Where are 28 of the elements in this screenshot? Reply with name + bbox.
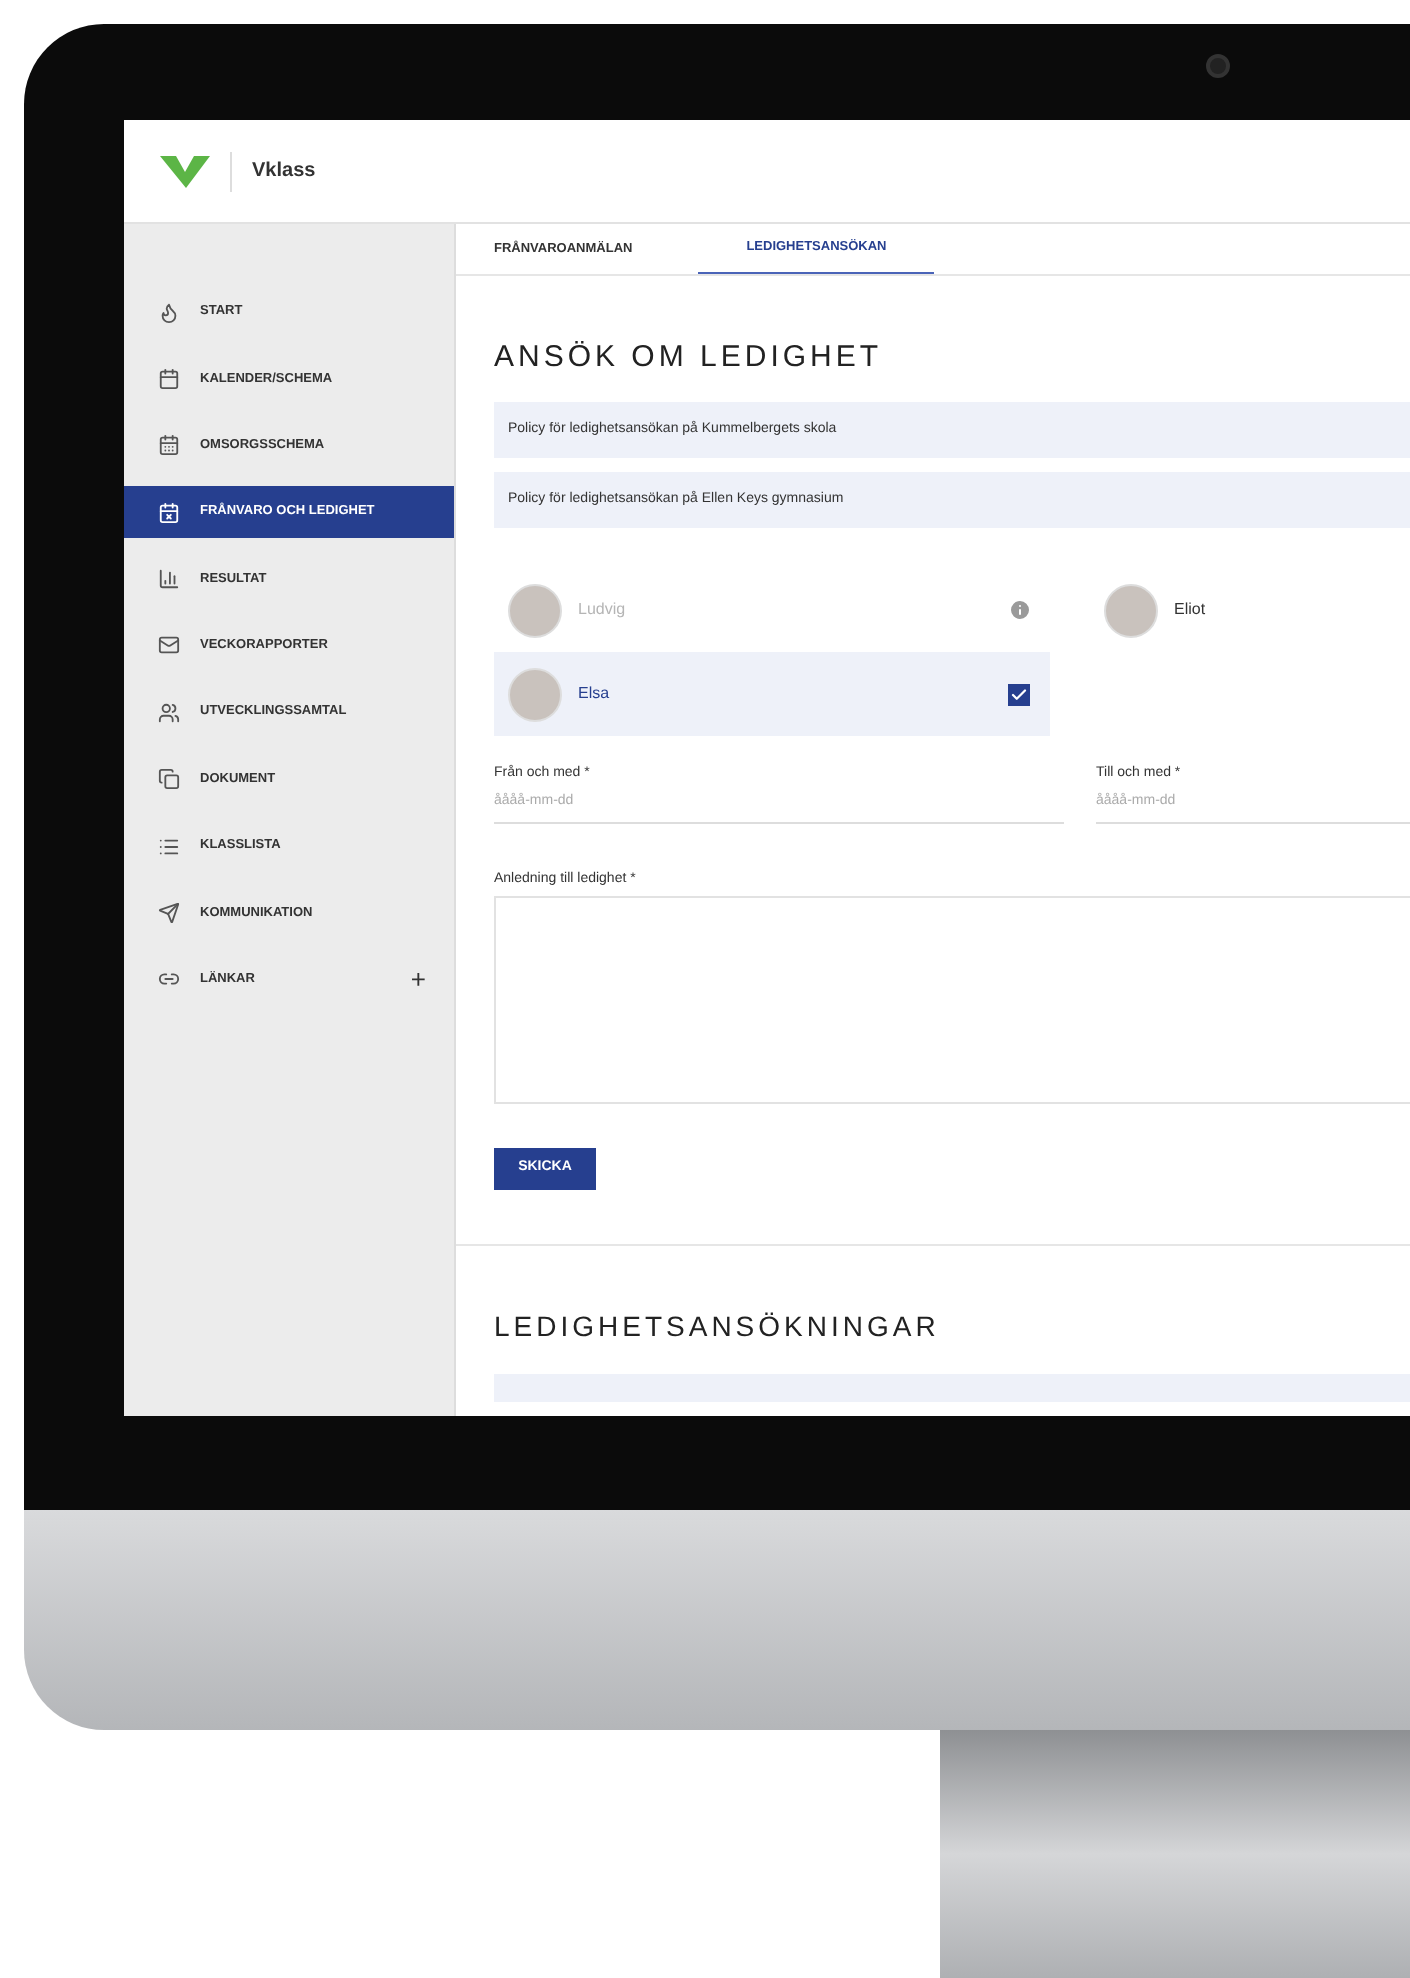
calendar-icon: [158, 367, 180, 390]
student-option[interactable]: Elsa: [494, 652, 1050, 736]
bar-chart-icon: [158, 568, 180, 591]
calendar-icon: [158, 434, 180, 457]
form-title: ANSÖK OM LEDIGHET: [494, 338, 885, 378]
student-name: Elsa: [578, 682, 612, 706]
calendar-x-icon: [158, 501, 180, 524]
avatar: [1104, 583, 1158, 637]
reason-field[interactable]: [494, 896, 1410, 1104]
info-icon: [1008, 598, 1032, 622]
mail-icon: [158, 634, 180, 657]
list-icon: [158, 835, 180, 858]
link-icon: [158, 968, 180, 991]
logo-icon: [160, 155, 210, 187]
avatar: [508, 667, 562, 721]
people-icon: [158, 701, 180, 724]
avatar: [508, 583, 562, 637]
checkbox[interactable]: [1008, 683, 1030, 705]
add-link-button[interactable]: +: [410, 966, 426, 993]
camera-icon: [1206, 54, 1230, 78]
check-icon: [1010, 685, 1028, 703]
student-name: Ludvig: [578, 598, 628, 622]
copy-icon: [158, 768, 180, 791]
brand-name: Vklass: [252, 158, 316, 186]
student-name: Eliot: [1174, 598, 1208, 622]
applications-title: LEDIGHETSANSÖKNINGAR: [494, 1308, 942, 1346]
flame-icon: [158, 301, 180, 323]
send-icon: [158, 902, 180, 925]
